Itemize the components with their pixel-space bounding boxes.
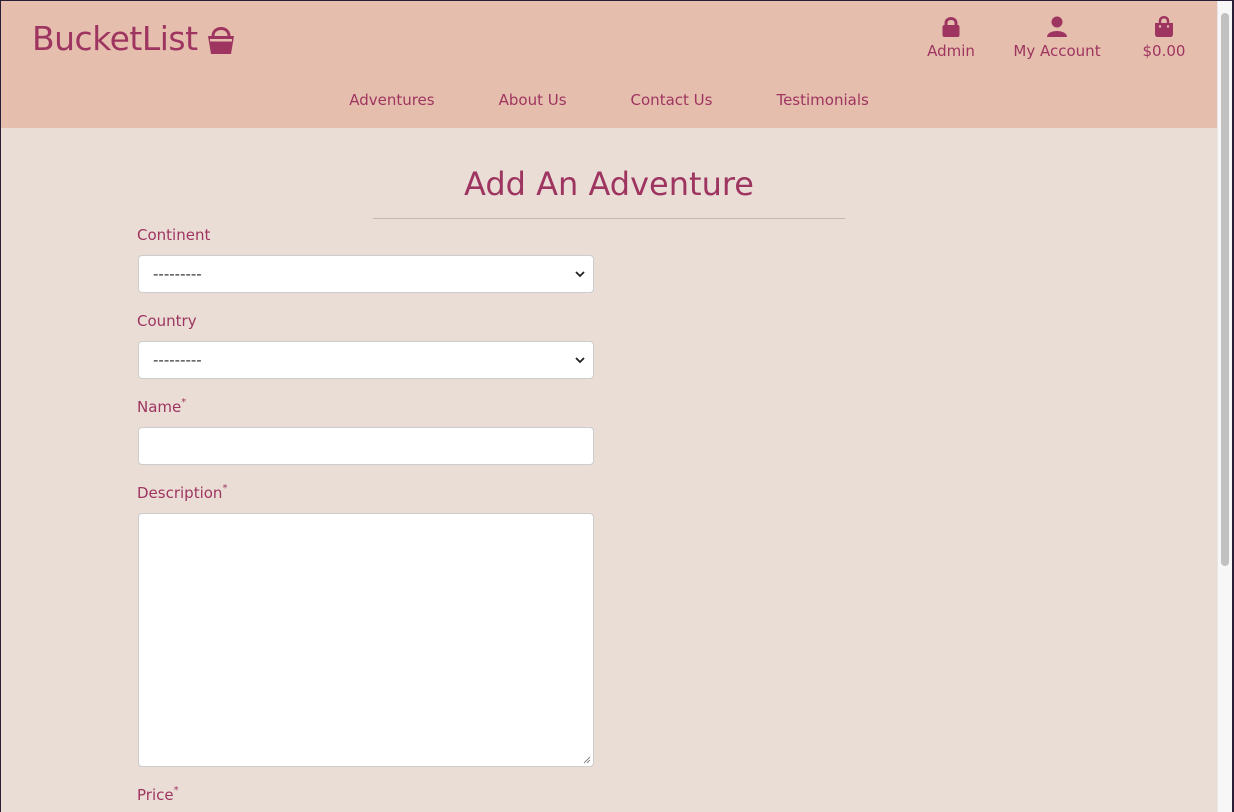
page-title: Add An Adventure (464, 165, 754, 203)
basket-icon (207, 26, 234, 54)
nav-contact-us[interactable]: Contact Us (599, 91, 745, 109)
admin-label: Admin (927, 42, 975, 60)
country-label-text: Country (137, 312, 197, 330)
bag-total: $0.00 (1142, 42, 1186, 60)
description-label: Description* (137, 483, 228, 502)
chevron-down-icon (575, 357, 585, 364)
name-label: Name* (137, 397, 187, 416)
brand-name: BucketList (32, 19, 198, 58)
name-label-text: Name (137, 398, 182, 416)
required-marker: * (173, 785, 179, 796)
continent-label-text: Continent (137, 226, 211, 244)
shopping-bag-icon (1155, 16, 1173, 37)
site-header: BucketList Admin My Account $0.00 Advent… (1, 1, 1217, 128)
required-marker: * (181, 397, 187, 408)
user-icon (1047, 16, 1067, 37)
nav-about-us[interactable]: About Us (467, 91, 599, 109)
brand-logo-link[interactable]: BucketList (32, 19, 236, 58)
page-scrollbar[interactable] (1217, 1, 1232, 812)
continent-label: Continent (137, 226, 210, 244)
price-label-text: Price (137, 786, 174, 804)
continent-selected-value: --------- (153, 265, 202, 283)
price-label: Price* (137, 785, 179, 804)
chevron-down-icon (575, 271, 585, 278)
description-textarea[interactable] (138, 513, 594, 767)
lock-icon (942, 17, 960, 37)
scrollbar-thumb[interactable] (1221, 13, 1229, 566)
page: BucketList Admin My Account $0.00 Advent… (1, 1, 1217, 812)
nav-testimonials[interactable]: Testimonials (744, 91, 900, 109)
country-select[interactable]: --------- (138, 341, 594, 379)
name-input[interactable] (138, 427, 594, 465)
required-marker: * (222, 483, 228, 494)
resize-handle-icon[interactable] (583, 756, 591, 764)
country-selected-value: --------- (153, 351, 202, 369)
continent-select[interactable]: --------- (138, 255, 594, 293)
nav-adventures[interactable]: Adventures (317, 91, 466, 109)
browser-viewport: BucketList Admin My Account $0.00 Advent… (1, 1, 1232, 812)
admin-link[interactable]: Admin (921, 16, 981, 60)
country-label: Country (137, 312, 197, 330)
main-nav: Adventures About Us Contact Us Testimoni… (1, 91, 1217, 109)
my-account-label: My Account (1013, 42, 1101, 60)
description-label-text: Description (137, 484, 223, 502)
title-divider (373, 218, 845, 219)
shopping-bag-link[interactable]: $0.00 (1141, 16, 1187, 60)
my-account-link[interactable]: My Account (1012, 16, 1102, 60)
